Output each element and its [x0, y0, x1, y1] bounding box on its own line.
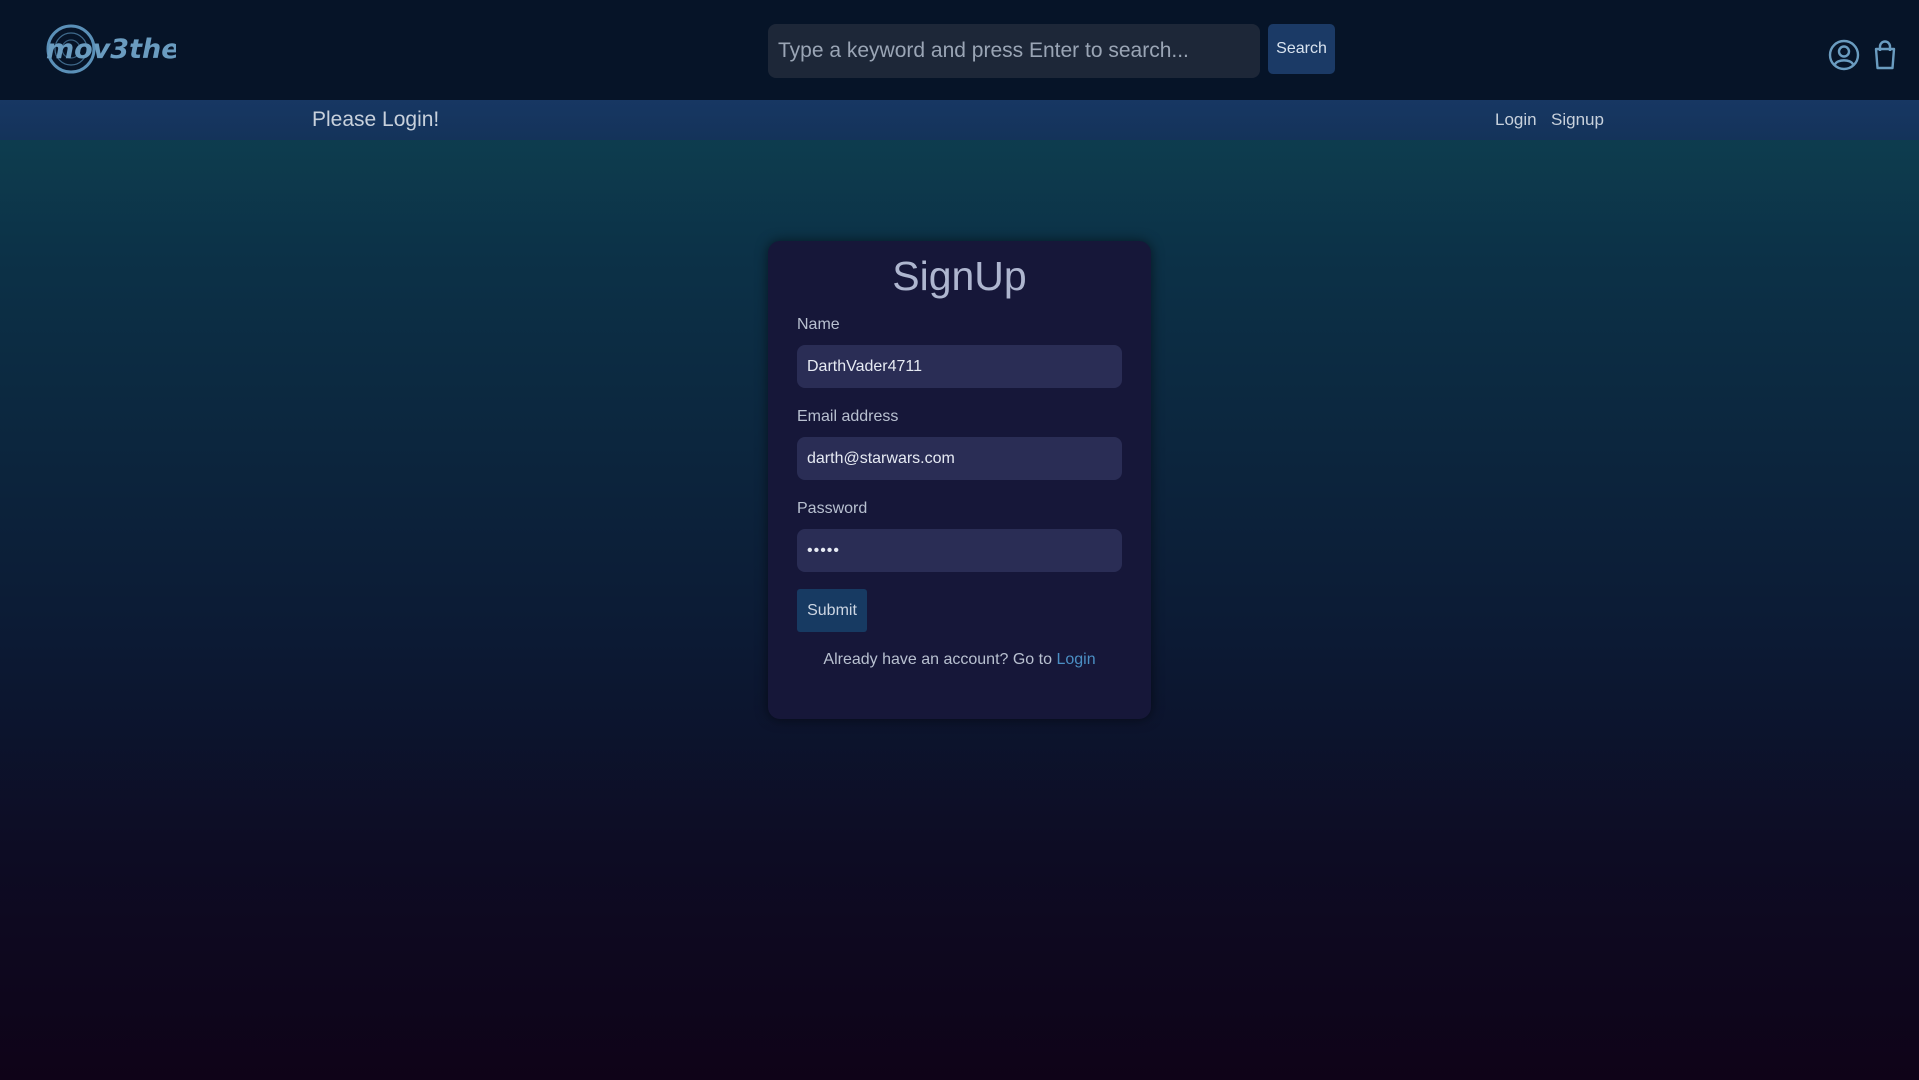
- email-label: Email address: [797, 408, 899, 425]
- nav-signup-link[interactable]: Signup: [1551, 110, 1604, 130]
- nav-login-link[interactable]: Login: [1495, 110, 1537, 130]
- password-field[interactable]: [797, 529, 1122, 572]
- name-label: Name: [797, 316, 840, 333]
- logo-text: mov3thek: [46, 34, 176, 65]
- signup-card: SignUp Name Email address Password Submi…: [768, 241, 1151, 719]
- password-label: Password: [797, 500, 868, 517]
- login-prompt-message: Please Login!: [312, 108, 440, 131]
- account-prompt-text: Already have an account? Go to: [823, 651, 1052, 668]
- top-header: mov3thek Search: [0, 0, 1919, 100]
- account-prompt: Already have an account? Go to Login: [768, 651, 1151, 669]
- email-field[interactable]: [797, 437, 1122, 480]
- page-title: SignUp: [892, 253, 1027, 299]
- site-logo[interactable]: mov3thek: [44, 22, 200, 76]
- user-icon[interactable]: [1827, 38, 1861, 72]
- login-link[interactable]: Login: [1056, 651, 1095, 668]
- submit-button[interactable]: Submit: [797, 589, 867, 632]
- shopping-bag-icon[interactable]: [1868, 38, 1902, 72]
- search-button[interactable]: Search: [1268, 24, 1335, 74]
- sub-navigation: Please Login! Login Signup: [0, 100, 1919, 140]
- name-field[interactable]: [797, 345, 1122, 388]
- search-input[interactable]: [768, 24, 1260, 78]
